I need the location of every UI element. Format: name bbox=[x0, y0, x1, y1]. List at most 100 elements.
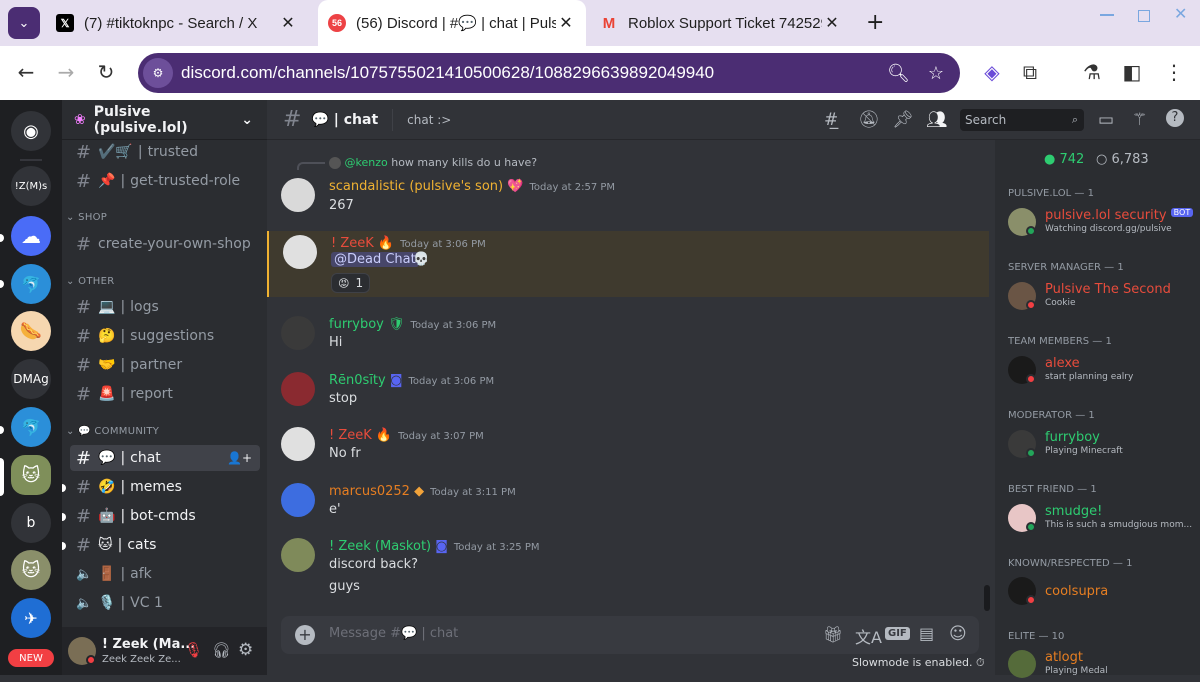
avatar[interactable] bbox=[281, 178, 315, 212]
gift-icon[interactable]: 🎁︎ bbox=[823, 625, 843, 644]
channel-trusted[interactable]: # ✔️🛒 | trusted bbox=[70, 139, 260, 165]
sticker-icon[interactable]: ▤ bbox=[919, 624, 934, 643]
reaction[interactable]: 😡 1 bbox=[331, 273, 371, 293]
close-icon[interactable]: ✕ bbox=[556, 13, 576, 33]
bookmark-star-icon[interactable]: ☆ bbox=[928, 63, 944, 84]
gif-icon[interactable]: GIF bbox=[885, 627, 910, 640]
avatar[interactable] bbox=[281, 483, 315, 517]
member-item[interactable]: furryboy Playing Minecraft bbox=[1008, 430, 1198, 462]
notifications-muted-icon[interactable]: 🔕︎ bbox=[858, 110, 880, 130]
extension-puzzle-icon[interactable]: ⧉ bbox=[1016, 60, 1044, 84]
minimize-icon[interactable] bbox=[1100, 14, 1114, 16]
server-pulsive[interactable]: 🐱 bbox=[11, 455, 51, 495]
reply-text: how many kills do u have? bbox=[391, 156, 538, 169]
channel-get-trusted-role[interactable]: # 📌 | get-trusted-role bbox=[70, 168, 260, 194]
member-list-icon[interactable]: 👥︎ bbox=[926, 110, 948, 130]
server-f[interactable]: ✈ bbox=[11, 598, 51, 638]
browser-tab-x[interactable]: 𝕏 (7) #tiktoknpc - Search / X ✕ bbox=[46, 0, 308, 46]
back-icon[interactable]: ← bbox=[12, 60, 40, 84]
guild-header[interactable]: ❀ Pulsive (pulsive.lol) ⌄ bbox=[62, 100, 267, 140]
message-author[interactable]: marcus0252 ◆ Today at 3:11 PM bbox=[329, 484, 516, 499]
apps-icon[interactable]: ⚚ bbox=[1132, 110, 1147, 130]
avatar[interactable] bbox=[283, 235, 317, 269]
reply-preview[interactable]: @kenzo how many kills do u have? bbox=[329, 156, 537, 169]
server-cloud[interactable]: ☁ bbox=[11, 216, 51, 256]
help-icon[interactable]: ? bbox=[1166, 109, 1184, 127]
new-tab-button[interactable]: + bbox=[866, 10, 884, 35]
site-settings-icon[interactable]: ⚙ bbox=[143, 58, 173, 88]
search-input[interactable]: Search ⌕ bbox=[960, 109, 1084, 131]
lab-flask-icon[interactable]: ⚗ bbox=[1078, 60, 1106, 84]
avatar[interactable] bbox=[281, 427, 315, 461]
message-text: guys bbox=[329, 579, 360, 594]
server-shark-2[interactable]: 🐬 bbox=[11, 407, 51, 447]
settings-gear-icon[interactable]: ⚙ bbox=[238, 640, 253, 660]
channel-bot-cmds[interactable]: # 🤖 | bot-cmds bbox=[70, 503, 260, 529]
channel-report[interactable]: # 🚨 | report bbox=[70, 381, 260, 407]
member-item[interactable]: alexe start planning ealry bbox=[1008, 356, 1198, 388]
server-dmag[interactable]: DMAg bbox=[11, 359, 51, 399]
channel-logs[interactable]: # 💻 | logs bbox=[70, 294, 260, 320]
voice-channel-afk[interactable]: 🔈 🚪 | afk bbox=[70, 561, 260, 587]
server-cat[interactable]: 🐱 bbox=[11, 550, 51, 590]
message-author[interactable]: Rēn0sīty ◙ Today at 3:06 PM bbox=[329, 373, 494, 388]
address-bar[interactable]: ⚙ discord.com/channels/10757550214105006… bbox=[138, 53, 960, 93]
browser-tab-gmail[interactable]: M Roblox Support Ticket 7425296 ✕ bbox=[590, 0, 852, 46]
server-b[interactable]: b bbox=[11, 503, 51, 543]
message-timestamp: Today at 3:11 PM bbox=[430, 487, 516, 498]
member-item[interactable]: smudge! This is such a smudgious mom... bbox=[1008, 504, 1198, 536]
channel-chat[interactable]: # 💬 | chat 👤+ bbox=[70, 445, 260, 471]
server-zms[interactable]: !Z(M)s bbox=[11, 166, 51, 206]
close-icon[interactable]: ✕ bbox=[822, 13, 842, 33]
avatar[interactable] bbox=[281, 538, 315, 572]
avatar[interactable] bbox=[281, 316, 315, 350]
message-input[interactable]: Message #💬 | chat bbox=[329, 626, 458, 641]
role-mention[interactable]: @Dead Chat bbox=[331, 252, 419, 267]
chat-scrollbar[interactable] bbox=[984, 585, 990, 611]
extension-icon[interactable]: ◈ bbox=[978, 60, 1006, 84]
server-hotdog[interactable]: 🌭 bbox=[11, 311, 51, 351]
diamond-badge-icon: ◆ bbox=[414, 484, 425, 499]
channel-partner[interactable]: # 🤝 | partner bbox=[70, 352, 260, 378]
translate-icon[interactable]: 文A bbox=[855, 624, 882, 648]
member-item[interactable]: Pulsive The Second Cookie bbox=[1008, 282, 1198, 314]
member-item[interactable]: atlogt Playing Medal bbox=[1008, 650, 1198, 682]
channel-suggestions[interactable]: # 🤔 | suggestions bbox=[70, 323, 260, 349]
category-shop[interactable]: ⌄ SHOP bbox=[66, 212, 107, 223]
channel-create-your-own-shop[interactable]: # create-your-own-shop bbox=[70, 231, 260, 257]
reload-icon[interactable]: ↻ bbox=[92, 60, 120, 84]
message-author[interactable]: ! ZeeK 🔥 Today at 3:06 PM bbox=[331, 236, 486, 251]
close-window-icon[interactable]: ✕ bbox=[1174, 4, 1187, 23]
discord-home-icon[interactable]: ◉ bbox=[11, 111, 51, 151]
hash-icon: # bbox=[76, 296, 92, 318]
category-other[interactable]: ⌄ OTHER bbox=[66, 276, 114, 287]
category-community[interactable]: ⌄ 💬 COMMUNITY bbox=[66, 426, 159, 437]
zoom-icon[interactable]: 🔍︎ bbox=[887, 63, 910, 84]
member-item[interactable]: coolsupra bbox=[1008, 577, 1198, 609]
mic-muted-icon[interactable]: 🎙︎ bbox=[184, 641, 203, 659]
add-member-icon[interactable]: 👤+ bbox=[227, 451, 252, 465]
forward-icon[interactable]: → bbox=[52, 60, 80, 84]
message-author[interactable]: ! ZeeK 🔥 Today at 3:07 PM bbox=[329, 428, 484, 443]
tab-search-button[interactable]: ⌄ bbox=[8, 7, 40, 39]
channel-memes[interactable]: # 🤣 | memes bbox=[70, 474, 260, 500]
sidepanel-icon[interactable]: ◧ bbox=[1118, 60, 1146, 84]
add-attachment-icon[interactable]: + bbox=[295, 625, 315, 645]
member-item[interactable]: pulsive.lol security BOT Watching discor… bbox=[1008, 208, 1198, 240]
browser-tab-discord[interactable]: 56 (56) Discord | #💬 | chat | Pulsive ✕ bbox=[318, 0, 586, 46]
maximize-icon[interactable] bbox=[1138, 10, 1150, 22]
pin-icon[interactable]: 📌︎ bbox=[892, 110, 914, 130]
emoji-icon[interactable]: ☺ bbox=[949, 624, 967, 644]
inbox-icon[interactable]: ▭ bbox=[1098, 110, 1114, 130]
avatar[interactable] bbox=[281, 372, 315, 406]
headphones-icon[interactable]: 🎧︎ bbox=[212, 641, 231, 659]
message-author[interactable]: furryboy 🛡 Today at 3:06 PM bbox=[329, 317, 496, 332]
menu-kebab-icon[interactable]: ⋮ bbox=[1160, 60, 1188, 84]
message-author[interactable]: ! Zeek (Maskot) ◙ Today at 3:25 PM bbox=[329, 539, 540, 554]
voice-channel-vc1[interactable]: 🔈 🎙️ | VC 1 bbox=[70, 590, 260, 616]
close-icon[interactable]: ✕ bbox=[278, 13, 298, 33]
channel-cats[interactable]: # 🐱 | cats bbox=[70, 532, 260, 558]
server-shark[interactable]: 🐬 bbox=[11, 264, 51, 304]
threads-icon[interactable]: #̲ bbox=[824, 110, 838, 130]
message-author[interactable]: scandalistic (pulsive's son) 💖 Today at 2… bbox=[329, 179, 615, 194]
